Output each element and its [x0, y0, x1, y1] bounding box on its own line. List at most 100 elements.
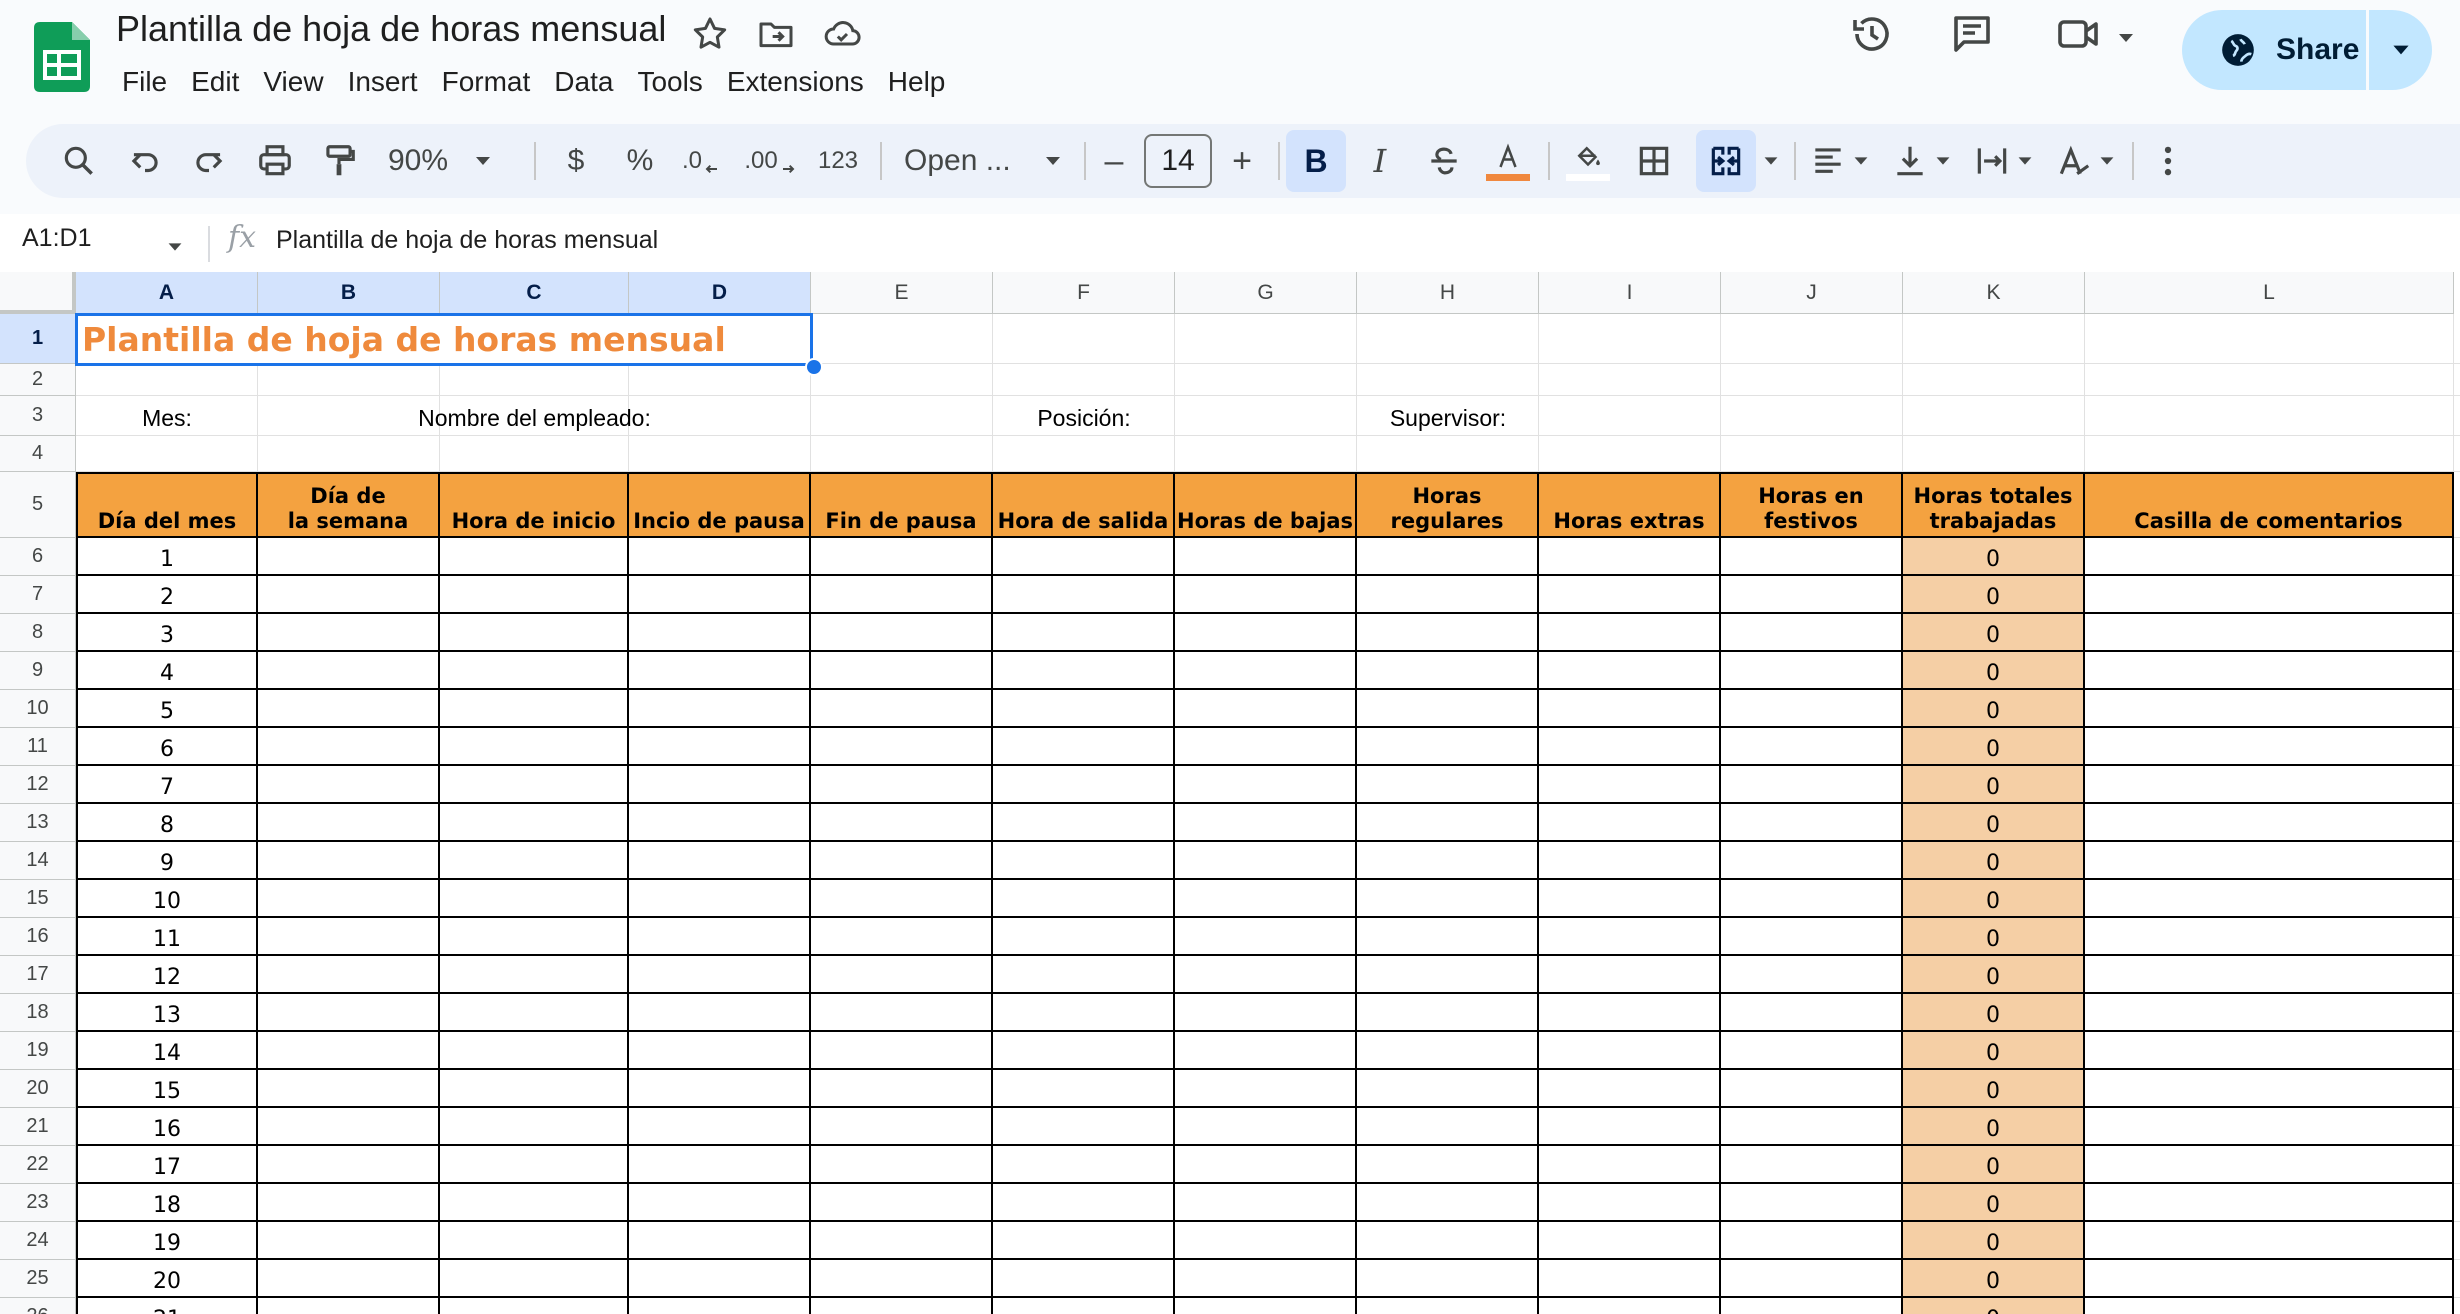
data-cell[interactable] [993, 1108, 1175, 1146]
data-cell[interactable] [258, 918, 440, 956]
data-cell[interactable] [1721, 1222, 1903, 1260]
data-cell[interactable] [440, 1298, 629, 1314]
merge-chevron-down-icon[interactable] [1758, 124, 1784, 198]
data-cell[interactable] [1539, 1298, 1721, 1314]
data-cell[interactable] [258, 652, 440, 690]
text-color-button[interactable] [1482, 124, 1534, 198]
day-cell[interactable]: 10 [76, 880, 258, 918]
data-cell[interactable] [1721, 1032, 1903, 1070]
data-cell[interactable] [993, 690, 1175, 728]
column-header-f[interactable]: F [993, 272, 1175, 314]
data-cell[interactable] [1357, 1298, 1539, 1314]
data-cell[interactable] [440, 1184, 629, 1222]
share-button[interactable]: Share [2182, 10, 2432, 90]
data-cell[interactable] [1539, 1070, 1721, 1108]
header-cell[interactable]: Horas totales trabajadas [1903, 472, 2085, 538]
data-cell[interactable] [1721, 1260, 1903, 1298]
row-header-13[interactable]: 13 [0, 804, 76, 842]
sheet-title[interactable]: Plantilla de hoja de horas mensual [76, 314, 811, 364]
data-cell[interactable] [258, 766, 440, 804]
day-cell[interactable]: 12 [76, 956, 258, 994]
data-cell[interactable] [993, 652, 1175, 690]
font-chevron-down-icon[interactable] [1036, 124, 1070, 198]
header-cell[interactable]: Horas en festivos [1721, 472, 1903, 538]
data-cell[interactable] [1539, 690, 1721, 728]
total-hours-cell[interactable]: 0 [1903, 1032, 2085, 1070]
data-cell[interactable] [258, 690, 440, 728]
data-cell[interactable] [1721, 652, 1903, 690]
meet-video-icon[interactable] [2054, 10, 2102, 63]
comments-icon[interactable] [1948, 10, 1996, 63]
data-cell[interactable] [993, 918, 1175, 956]
data-cell[interactable] [440, 880, 629, 918]
paint-format-icon[interactable] [316, 124, 362, 198]
data-cell[interactable] [1357, 1260, 1539, 1298]
data-cell[interactable] [440, 1222, 629, 1260]
text-wrapping-icon[interactable] [1970, 124, 2014, 198]
data-cell[interactable] [1539, 918, 1721, 956]
day-cell[interactable]: 16 [76, 1108, 258, 1146]
column-header-g[interactable]: G [1175, 272, 1357, 314]
column-header-b[interactable]: B [258, 272, 440, 314]
data-cell[interactable] [629, 690, 811, 728]
data-cell[interactable] [2085, 880, 2454, 918]
zoom-select[interactable]: 90% [382, 124, 454, 198]
more-formats-button[interactable]: 123 [810, 124, 866, 198]
data-cell[interactable] [1175, 576, 1357, 614]
data-cell[interactable] [1539, 576, 1721, 614]
day-cell[interactable]: 6 [76, 728, 258, 766]
data-cell[interactable] [1721, 728, 1903, 766]
data-cell[interactable] [1357, 652, 1539, 690]
data-cell[interactable] [1721, 880, 1903, 918]
data-cell[interactable] [1721, 994, 1903, 1032]
select-all-corner[interactable] [0, 272, 76, 314]
data-cell[interactable] [1539, 994, 1721, 1032]
data-cell[interactable] [629, 1184, 811, 1222]
data-cell[interactable] [440, 614, 629, 652]
day-cell[interactable]: 11 [76, 918, 258, 956]
data-cell[interactable] [2085, 1108, 2454, 1146]
data-cell[interactable] [629, 994, 811, 1032]
data-cell[interactable] [1357, 1146, 1539, 1184]
data-cell[interactable] [811, 994, 993, 1032]
data-cell[interactable] [1175, 614, 1357, 652]
row-header-15[interactable]: 15 [0, 880, 76, 918]
data-cell[interactable] [1539, 1146, 1721, 1184]
row-header-20[interactable]: 20 [0, 1070, 76, 1108]
day-cell[interactable]: 19 [76, 1222, 258, 1260]
data-cell[interactable] [1357, 1222, 1539, 1260]
data-cell[interactable] [258, 1032, 440, 1070]
data-cell[interactable] [1357, 728, 1539, 766]
row-header-23[interactable]: 23 [0, 1184, 76, 1222]
data-cell[interactable] [811, 614, 993, 652]
data-cell[interactable] [1357, 1070, 1539, 1108]
day-cell[interactable]: 8 [76, 804, 258, 842]
data-cell[interactable] [1721, 1298, 1903, 1314]
header-cell[interactable]: Fin de pausa [811, 472, 993, 538]
data-cell[interactable] [811, 690, 993, 728]
total-hours-cell[interactable]: 0 [1903, 918, 2085, 956]
row-header-10[interactable]: 10 [0, 690, 76, 728]
data-cell[interactable] [440, 1260, 629, 1298]
day-cell[interactable]: 21 [76, 1298, 258, 1314]
row-header-25[interactable]: 25 [0, 1260, 76, 1298]
data-cell[interactable] [258, 1108, 440, 1146]
data-cell[interactable] [811, 538, 993, 576]
row-header-24[interactable]: 24 [0, 1222, 76, 1260]
column-header-d[interactable]: D [629, 272, 811, 314]
data-cell[interactable] [629, 576, 811, 614]
data-cell[interactable] [629, 842, 811, 880]
data-cell[interactable] [1357, 538, 1539, 576]
total-hours-cell[interactable]: 0 [1903, 538, 2085, 576]
data-cell[interactable] [2085, 1146, 2454, 1184]
header-cell[interactable]: Horas regulares [1357, 472, 1539, 538]
formula-input[interactable]: Plantilla de hoja de horas mensual [276, 226, 658, 255]
data-cell[interactable] [2085, 576, 2454, 614]
day-cell[interactable]: 1 [76, 538, 258, 576]
total-hours-cell[interactable]: 0 [1903, 1260, 2085, 1298]
data-cell[interactable] [811, 918, 993, 956]
data-cell[interactable] [629, 766, 811, 804]
data-cell[interactable] [1175, 804, 1357, 842]
data-cell[interactable] [1175, 994, 1357, 1032]
column-header-i[interactable]: I [1539, 272, 1721, 314]
